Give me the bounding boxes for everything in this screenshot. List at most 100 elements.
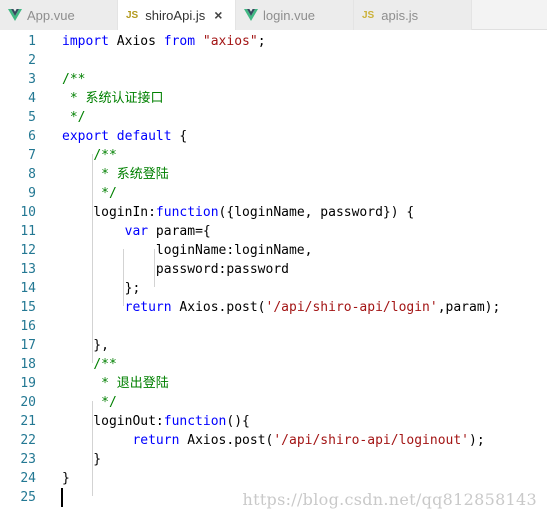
code-line: 11 var param={ [0,222,547,241]
tab-apis-js[interactable]: JS apis.js [354,0,472,30]
code-token: Axios [108,34,164,49]
code-line: 6 export default { [0,127,547,146]
line-number: 6 [28,129,36,144]
code-line: 3 /** [0,70,547,89]
code-text: } [62,469,70,488]
line-number: 7 [28,148,36,163]
code-token: from [163,34,196,49]
code-token: '/api/shiro-api/loginout' [273,433,470,448]
code-editor[interactable]: 1 import Axios from "axios"; 2 3/** 4 * 系统认证… [0,30,547,519]
code-text: loginOut:function(){ [62,412,250,431]
line-number: 1 [28,34,36,49]
code-line: 24} [0,469,547,488]
watermark-text: https://blog.csdn.net/qq812858143 [242,490,537,509]
line-number: 21 [20,414,36,429]
code-token: loginIn: [62,205,156,220]
tab-label: shiroApi.js [145,7,206,23]
code-line: 16 [0,317,547,336]
code-token: password:password [62,262,289,277]
js-icon: JS [126,9,139,21]
code-token: ({loginName, password}) { [218,205,415,220]
js-icon: JS [362,9,375,21]
line-number: 5 [28,110,36,125]
code-text: */ [62,108,86,127]
line-number: 20 [20,395,36,410]
line-number: 18 [20,357,36,372]
code-line: 9 */ [0,184,547,203]
code-token: function [155,205,219,220]
code-token: */ [93,395,117,410]
tab-shiroapi-js[interactable]: JS shiroApi.js × [118,0,236,30]
code-line: 23 } [0,450,547,469]
line-number: 11 [20,224,36,239]
code-token: } [62,471,70,486]
code-text: * 系统登陆 [62,165,169,184]
code-line: 12 loginName:loginName, [0,241,547,260]
code-line: 17 }, [0,336,547,355]
code-line: 10 loginIn:function({loginName, password… [0,203,547,222]
code-token: var [124,224,149,239]
code-text: */ [62,393,117,412]
code-token: param={ [148,224,211,239]
code-token: return [132,433,180,448]
code-token: export [62,129,109,144]
code-token: (){ [226,414,250,429]
code-token: /** [62,72,86,87]
line-number: 9 [28,186,36,201]
code-text: loginIn:function({loginName, password}) … [62,203,414,222]
code-line: 20 */ [0,393,547,412]
line-number: 14 [20,281,36,296]
code-text: }, [62,336,109,355]
code-token: return [124,300,172,315]
code-token: */ [62,110,86,125]
tab-login-vue[interactable]: login.vue [236,0,354,30]
vue-icon [8,9,22,21]
code-token: { [171,129,188,144]
code-line: 7 /** [0,146,547,165]
tab-label: login.vue [263,7,316,23]
line-number: 4 [28,91,36,106]
editor-tab-bar: App.vue JS shiroApi.js × login.vue JS apis.js [0,0,547,30]
text-cursor [61,488,63,507]
code-text: import Axios from "axios"; [62,32,266,51]
line-number: 17 [20,338,36,353]
close-icon[interactable]: × [214,7,222,23]
code-line: 13 password:password [0,260,547,279]
code-line: 21 loginOut:function(){ [0,412,547,431]
code-token: }; [62,281,141,296]
line-number: 2 [28,53,36,68]
tab-label: apis.js [381,7,419,23]
code-text: loginName:loginName, [62,241,313,260]
line-number: 22 [20,433,36,448]
code-text: export default { [62,127,187,146]
line-number: 19 [20,376,36,391]
line-number: 10 [20,205,36,220]
code-text: var param={ [62,222,211,241]
code-token: loginOut: [62,414,164,429]
line-number: 3 [28,72,36,87]
code-text: /** [62,355,117,374]
code-token: /** [93,357,117,372]
code-token: /** [93,148,117,163]
code-line: 8 * 系统登陆 [0,165,547,184]
line-number: 23 [20,452,36,467]
code-line: 19 * 退出登陆 [0,374,547,393]
line-number: 13 [20,262,36,277]
line-number: 25 [20,490,36,505]
tab-app-vue[interactable]: App.vue [0,0,118,30]
vue-icon [244,9,258,21]
code-token: */ [93,186,117,201]
code-line: 5 */ [0,108,547,127]
code-token: import [62,34,109,49]
code-text: return Axios.post('/api/shiro-api/login'… [62,298,501,317]
code-token: * 系统登陆 [93,167,169,182]
code-text: /** [62,70,85,89]
code-token: * 系统认证接口 [62,91,164,106]
code-line: 1 import Axios from "axios"; [0,32,547,51]
